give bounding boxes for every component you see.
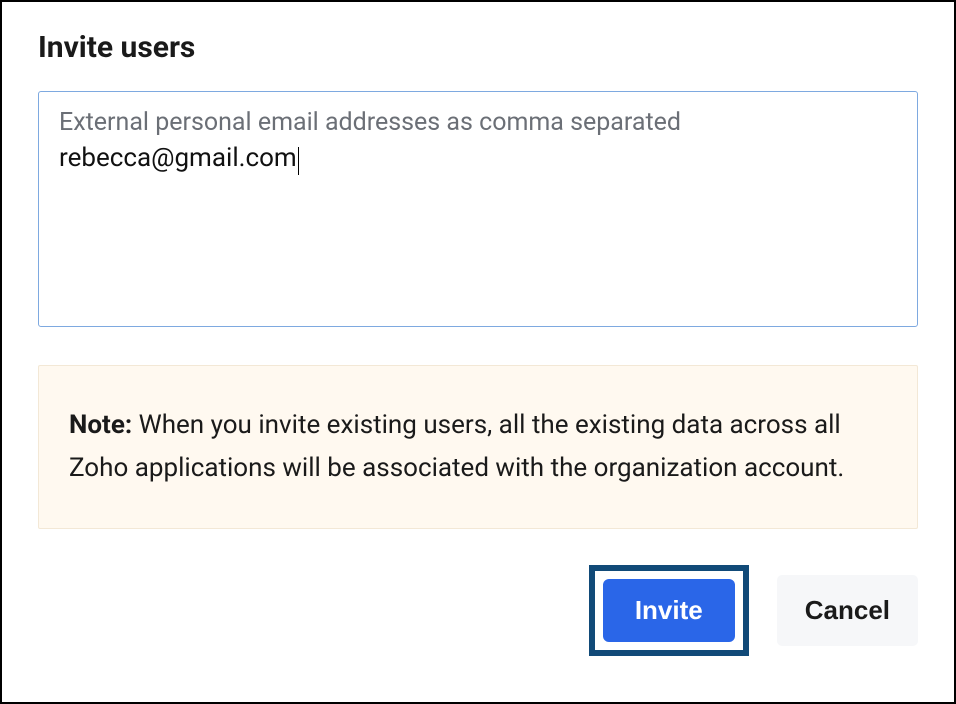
invite-highlight-frame: Invite <box>589 565 749 656</box>
modal-title: Invite users <box>38 30 918 65</box>
note-body: When you invite existing users, all the … <box>69 410 844 483</box>
email-input-label: External personal email addresses as com… <box>59 108 897 137</box>
invite-users-modal: Invite users External personal email add… <box>0 0 956 704</box>
email-input[interactable]: External personal email addresses as com… <box>38 91 918 327</box>
note-box: Note: When you invite existing users, al… <box>38 365 918 529</box>
note-prefix: Note: <box>69 410 132 440</box>
button-row: Invite Cancel <box>38 565 918 656</box>
invite-button[interactable]: Invite <box>603 579 735 642</box>
email-input-value: rebecca@gmail.com <box>59 143 299 173</box>
note-text: Note: When you invite existing users, al… <box>69 404 875 490</box>
text-cursor <box>298 147 300 175</box>
cancel-button[interactable]: Cancel <box>777 575 918 646</box>
